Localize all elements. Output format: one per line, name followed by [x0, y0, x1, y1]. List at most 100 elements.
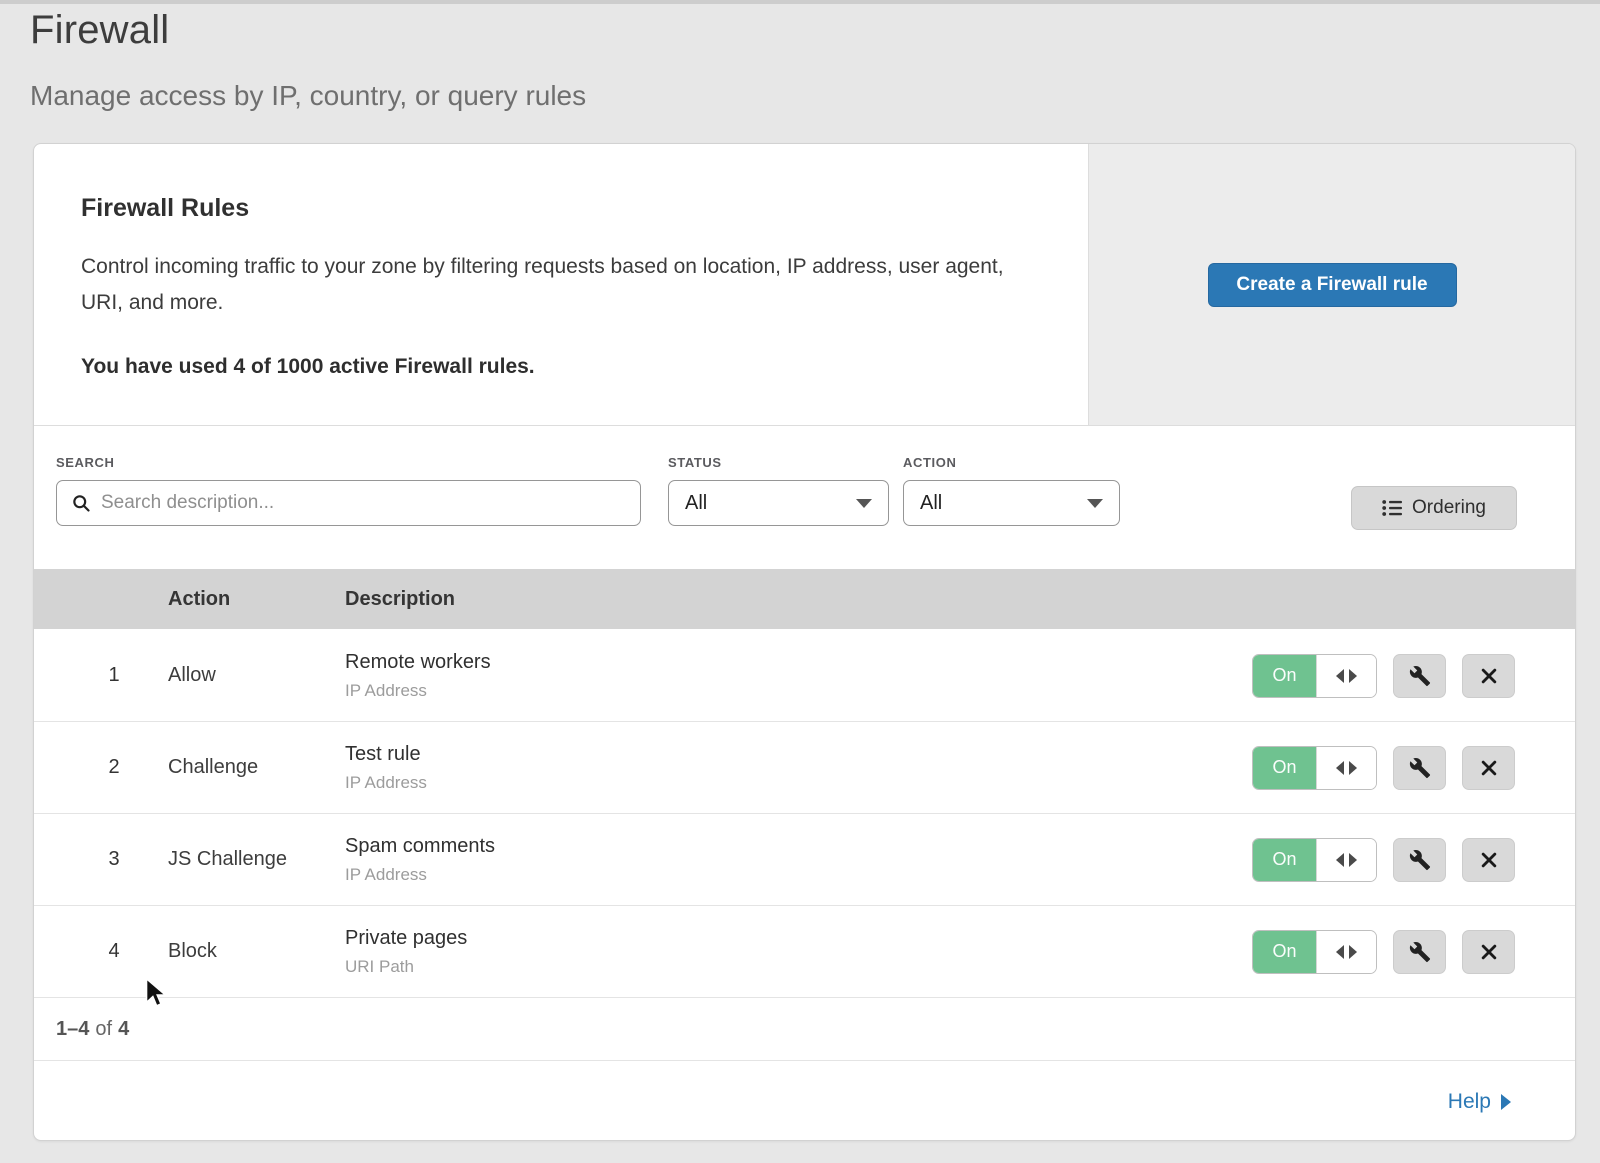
pagination-range: 1–4 — [56, 1018, 89, 1041]
rule-controls: On — [1252, 838, 1575, 882]
card-footer: Help — [34, 1060, 1575, 1141]
list-ordering-icon — [1382, 499, 1402, 517]
page-subtitle: Manage access by IP, country, or query r… — [30, 80, 586, 112]
rule-enabled-toggle[interactable]: On — [1252, 930, 1377, 974]
arrow-left-icon — [1336, 853, 1344, 867]
search-box[interactable] — [56, 480, 641, 526]
rule-row: 4 Block Private pages URI Path On — [34, 905, 1575, 997]
rules-heading: Firewall Rules — [81, 194, 1048, 223]
search-input[interactable] — [101, 492, 626, 514]
arrow-right-icon — [1349, 669, 1357, 683]
search-icon — [71, 493, 91, 513]
arrow-right-icon — [1349, 945, 1357, 959]
toggle-on-segment[interactable]: On — [1253, 655, 1316, 697]
page-title: Firewall — [30, 8, 169, 53]
rule-action: Allow — [168, 664, 345, 687]
search-filter-group: SEARCH — [56, 455, 641, 526]
delete-rule-button[interactable] — [1462, 654, 1515, 698]
action-selected-value: All — [920, 492, 942, 515]
rule-action: JS Challenge — [168, 848, 345, 871]
rule-enabled-toggle[interactable]: On — [1252, 654, 1377, 698]
close-icon — [1479, 666, 1499, 686]
help-link[interactable]: Help — [1448, 1090, 1511, 1114]
toggle-handle[interactable] — [1316, 747, 1376, 789]
rule-row: 2 Challenge Test rule IP Address On — [34, 721, 1575, 813]
table-header: Action Description — [34, 569, 1575, 629]
close-icon — [1479, 942, 1499, 962]
search-label: SEARCH — [56, 455, 641, 470]
edit-rule-button[interactable] — [1393, 930, 1446, 974]
filters-bar: SEARCH STATUS All ACTION All — [34, 426, 1575, 569]
ordering-button[interactable]: Ordering — [1351, 486, 1517, 530]
action-label: ACTION — [903, 455, 1120, 470]
edit-rule-button[interactable] — [1393, 746, 1446, 790]
arrow-left-icon — [1336, 669, 1344, 683]
status-selected-value: All — [685, 492, 707, 515]
wrench-icon — [1409, 849, 1431, 871]
column-header-description: Description — [345, 588, 1252, 611]
delete-rule-button[interactable] — [1462, 838, 1515, 882]
chevron-down-icon — [1087, 499, 1103, 508]
rule-field-type: IP Address — [345, 773, 1252, 793]
toggle-on-segment[interactable]: On — [1253, 931, 1316, 973]
pagination-total: 4 — [118, 1018, 129, 1041]
rule-field-type: URI Path — [345, 957, 1252, 977]
column-header-action: Action — [168, 588, 345, 611]
rule-field-type: IP Address — [345, 865, 1252, 885]
toggle-on-segment[interactable]: On — [1253, 839, 1316, 881]
window-top-edge — [0, 0, 1600, 4]
rule-description: Remote workers IP Address — [345, 651, 1252, 701]
rule-controls: On — [1252, 930, 1575, 974]
toggle-on-segment[interactable]: On — [1253, 747, 1316, 789]
status-select[interactable]: All — [668, 480, 889, 526]
chevron-down-icon — [856, 499, 872, 508]
close-icon — [1479, 850, 1499, 870]
close-icon — [1479, 758, 1499, 778]
rule-description: Private pages URI Path — [345, 927, 1252, 977]
toggle-handle[interactable] — [1316, 839, 1376, 881]
wrench-icon — [1409, 941, 1431, 963]
rule-enabled-toggle[interactable]: On — [1252, 838, 1377, 882]
rule-enabled-toggle[interactable]: On — [1252, 746, 1377, 790]
status-label: STATUS — [668, 455, 889, 470]
toggle-handle[interactable] — [1316, 931, 1376, 973]
wrench-icon — [1409, 757, 1431, 779]
rule-description-title: Private pages — [345, 927, 1252, 950]
status-filter-group: STATUS All — [668, 455, 889, 526]
card-intro-action-panel: Create a Firewall rule — [1088, 144, 1575, 425]
rules-usage-note: You have used 4 of 1000 active Firewall … — [81, 355, 1048, 379]
rule-description-title: Remote workers — [345, 651, 1252, 674]
rule-action: Block — [168, 940, 345, 963]
action-select[interactable]: All — [903, 480, 1120, 526]
pagination-of: of — [95, 1018, 112, 1041]
arrow-right-icon — [1349, 853, 1357, 867]
rule-row: 1 Allow Remote workers IP Address On — [34, 629, 1575, 721]
wrench-icon — [1409, 665, 1431, 687]
arrow-right-icon — [1349, 761, 1357, 775]
firewall-rules-card: Firewall Rules Control incoming traffic … — [33, 143, 1576, 1141]
create-firewall-rule-button[interactable]: Create a Firewall rule — [1208, 263, 1457, 307]
arrow-left-icon — [1336, 945, 1344, 959]
help-link-label: Help — [1448, 1090, 1491, 1114]
pagination: 1–4 of 4 — [34, 997, 1575, 1060]
card-intro-text: Firewall Rules Control incoming traffic … — [34, 144, 1088, 425]
rule-description: Test rule IP Address — [345, 743, 1252, 793]
card-intro-section: Firewall Rules Control incoming traffic … — [34, 144, 1575, 426]
arrow-left-icon — [1336, 761, 1344, 775]
rule-description: Spam comments IP Address — [345, 835, 1252, 885]
toggle-handle[interactable] — [1316, 655, 1376, 697]
rule-action: Challenge — [168, 756, 345, 779]
rule-description-title: Spam comments — [345, 835, 1252, 858]
rule-priority: 4 — [34, 940, 168, 963]
ordering-button-label: Ordering — [1412, 497, 1486, 519]
rule-priority: 1 — [34, 664, 168, 687]
rule-row: 3 JS Challenge Spam comments IP Address … — [34, 813, 1575, 905]
action-filter-group: ACTION All — [903, 455, 1120, 526]
delete-rule-button[interactable] — [1462, 930, 1515, 974]
edit-rule-button[interactable] — [1393, 654, 1446, 698]
rule-description-title: Test rule — [345, 743, 1252, 766]
edit-rule-button[interactable] — [1393, 838, 1446, 882]
rule-priority: 2 — [34, 756, 168, 779]
delete-rule-button[interactable] — [1462, 746, 1515, 790]
rule-controls: On — [1252, 654, 1575, 698]
